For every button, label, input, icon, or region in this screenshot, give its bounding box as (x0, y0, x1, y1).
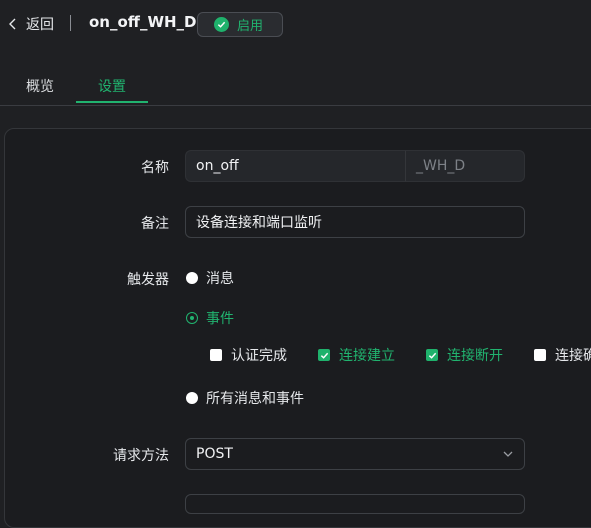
radio-event[interactable]: 事件 (186, 308, 234, 328)
top-bar: 返回 on_off_WH_D 启用 (0, 0, 591, 50)
remark-input[interactable]: 设备连接和端口监听 (185, 206, 525, 238)
checkbox-auth-complete[interactable]: 认证完成 (210, 345, 287, 365)
chevron-left-icon (9, 18, 16, 30)
radio-label: 事件 (206, 311, 234, 327)
radio-label: 所有消息和事件 (206, 391, 304, 407)
header-divider (70, 15, 71, 31)
radio-label: 消息 (206, 271, 234, 287)
method-value: POST (196, 446, 233, 462)
checkbox-checked (426, 349, 438, 361)
radio-button (186, 392, 198, 404)
checkbox (534, 349, 546, 361)
tab-bar: 概览 设置 (0, 64, 591, 106)
checkbox-disconnect[interactable]: 连接断开 (426, 345, 503, 365)
checkbox (210, 349, 222, 361)
name-label: 名称 (141, 160, 169, 176)
back-label: 返回 (26, 17, 54, 33)
chevron-down-icon (503, 451, 513, 457)
checkbox-label: 连接确 (555, 348, 591, 364)
status-label: 启用 (237, 19, 264, 34)
radio-all[interactable]: 所有消息和事件 (186, 388, 304, 408)
status-badge: 启用 (197, 12, 283, 37)
page-title: on_off_WH_D (89, 13, 197, 31)
method-select[interactable]: POST (185, 438, 525, 470)
checkbox-checked (318, 349, 330, 361)
next-field[interactable] (185, 494, 525, 514)
radio-message[interactable]: 消息 (186, 268, 234, 288)
trigger-label: 触发器 (127, 272, 169, 288)
checkbox-label: 连接断开 (447, 348, 503, 364)
checkbox-label: 连接建立 (339, 348, 395, 364)
tab-settings[interactable]: 设置 (98, 76, 126, 96)
active-tab-indicator (76, 101, 148, 103)
radio-button (186, 272, 198, 284)
name-input[interactable]: on_off (185, 150, 405, 182)
back-button[interactable]: 返回 (6, 14, 54, 34)
check-icon (428, 352, 436, 359)
method-label: 请求方法 (113, 448, 169, 464)
tab-overview[interactable]: 概览 (26, 76, 54, 96)
radio-button-selected (186, 312, 198, 324)
checkbox-label: 认证完成 (231, 348, 287, 364)
check-icon (320, 352, 328, 359)
check-circle-icon (214, 17, 229, 32)
remark-label: 备注 (141, 216, 169, 232)
checkbox-connect[interactable]: 连接建立 (318, 345, 395, 365)
checkbox-connect-confirm[interactable]: 连接确 (534, 345, 591, 365)
name-suffix: _WH_D (405, 150, 525, 182)
